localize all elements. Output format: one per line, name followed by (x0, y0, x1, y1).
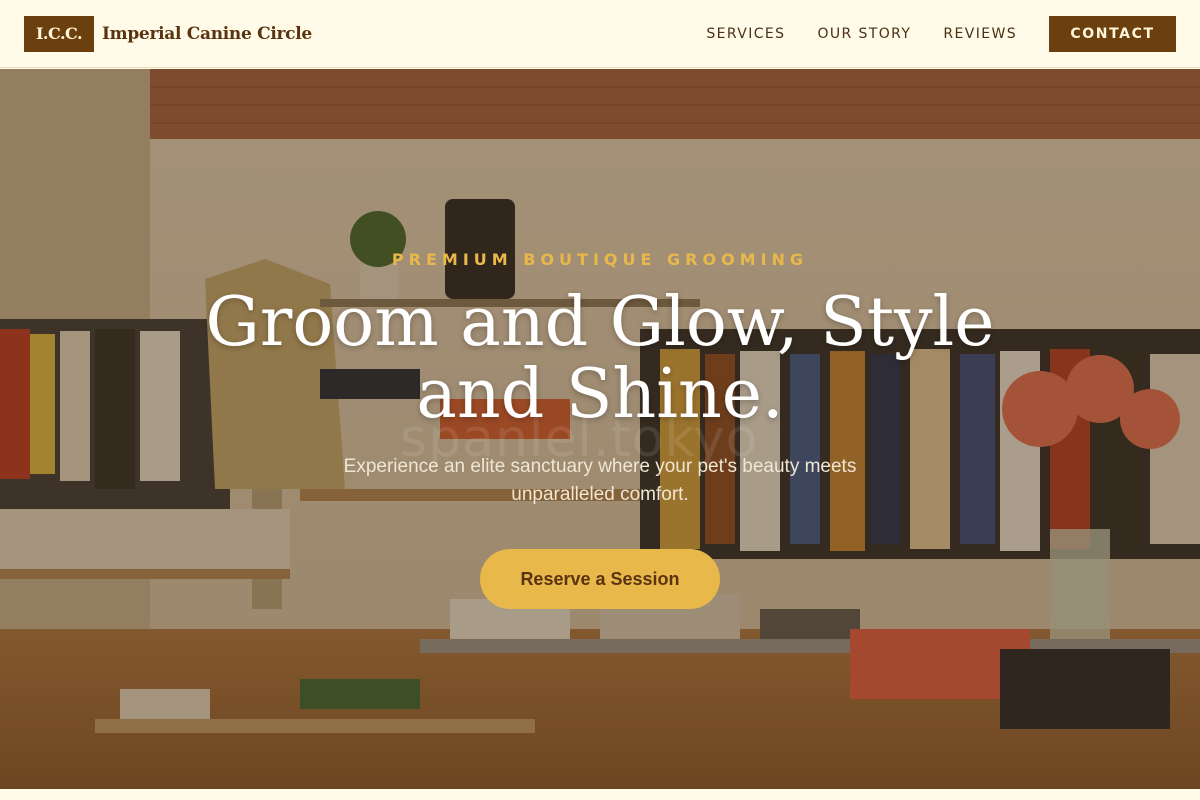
site-header: I.C.C. Imperial Canine Circle SERVICES O… (0, 0, 1200, 68)
nav-link-services[interactable]: SERVICES (706, 26, 785, 42)
main-nav: SERVICES OUR STORY REVIEWS CONTACT (706, 15, 1176, 52)
brand-logo-link[interactable]: I.C.C. Imperial Canine Circle (24, 15, 312, 52)
brand-name: Imperial Canine Circle (102, 23, 312, 44)
hero-subhead: Experience an elite sanctuary where your… (343, 456, 857, 505)
hero-eyebrow: PREMIUM BOUTIQUE GROOMING (391, 250, 809, 269)
hero-section: spanlel.tokyo PREMIUM BOUTIQUE GROOMING … (0, 69, 1200, 789)
logo-monogram: I.C.C. (24, 15, 94, 52)
nav-link-reviews[interactable]: REVIEWS (943, 26, 1017, 42)
nav-link-our-story[interactable]: OUR STORY (817, 26, 911, 42)
reserve-session-button[interactable]: Reserve a Session (480, 549, 720, 609)
contact-button[interactable]: CONTACT (1049, 15, 1176, 52)
hero-content: PREMIUM BOUTIQUE GROOMING Groom and Glow… (0, 69, 1200, 789)
hero-headline: Groom and Glow, Style and Shine. (205, 283, 995, 434)
